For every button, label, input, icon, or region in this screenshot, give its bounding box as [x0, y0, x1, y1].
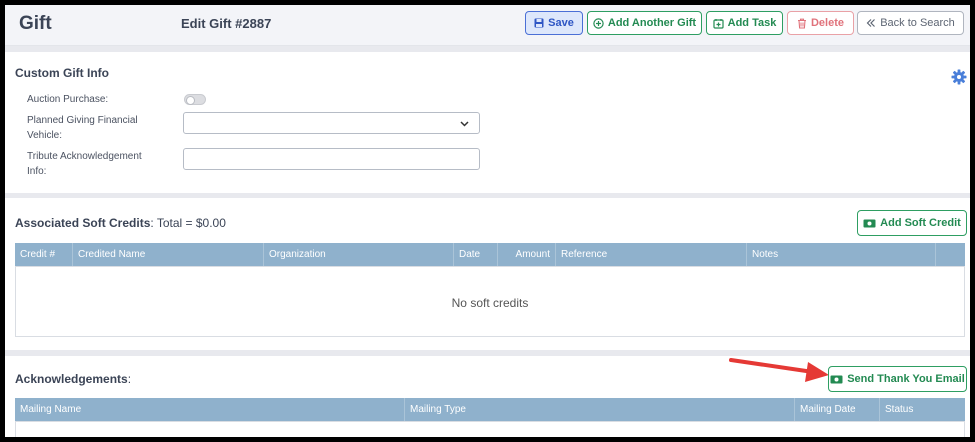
save-icon [534, 18, 544, 28]
col-date[interactable]: Date [454, 243, 498, 266]
col-status[interactable]: Status [880, 398, 965, 421]
tribute-label-line1: Tribute Acknowledgement [27, 151, 142, 162]
custom-gift-info-panel [5, 52, 970, 193]
chevron-down-icon [460, 121, 469, 127]
plus-circle-icon [593, 17, 604, 29]
delete-label: Delete [810, 17, 845, 29]
planned-giving-select[interactable] [183, 112, 480, 134]
add-soft-credit-button[interactable]: Add Soft Credit [857, 210, 967, 236]
col-mailing-type[interactable]: Mailing Type [405, 398, 795, 421]
custom-gift-info-title: Custom Gift Info [15, 66, 109, 80]
acknowledgements-table-body [15, 421, 965, 437]
add-task-button[interactable]: Add Task [706, 11, 783, 35]
tribute-label-line2: Info: [27, 166, 47, 177]
save-button[interactable]: Save [525, 11, 583, 35]
soft-credits-title-text: Associated Soft Credits [15, 216, 151, 230]
col-mailing-date[interactable]: Mailing Date [795, 398, 880, 421]
red-arrow-annotation [729, 358, 829, 382]
calendar-plus-icon [713, 18, 724, 29]
col-organization[interactable]: Organization [264, 243, 454, 266]
col-actions [936, 243, 965, 266]
send-thank-you-email-label: Send Thank You Email [847, 373, 965, 385]
col-reference[interactable]: Reference [556, 243, 747, 266]
toggle-knob [186, 96, 195, 105]
empty-state-message: No soft credits [451, 296, 529, 310]
top-bar: Gift Edit Gift #2887 Save Add Another Gi… [5, 5, 970, 46]
planned-giving-label-line1: Planned Giving Financial [27, 115, 138, 126]
money-icon [863, 219, 876, 227]
planned-giving-label: Planned Giving Financial Vehicle: [27, 113, 138, 143]
back-to-search-button[interactable]: Back to Search [857, 11, 964, 35]
acknowledgements-title: Acknowledgements: [15, 372, 131, 386]
page-title: Edit Gift #2887 [181, 16, 272, 31]
col-credited-name[interactable]: Credited Name [73, 243, 264, 266]
send-thank-you-email-button[interactable]: Send Thank You Email [828, 366, 967, 392]
col-notes[interactable]: Notes [747, 243, 936, 266]
gear-icon[interactable] [951, 69, 967, 85]
delete-button[interactable]: Delete [787, 11, 854, 35]
acknowledgements-title-suffix: : [127, 372, 132, 386]
acknowledgements-title-text: Acknowledgements [15, 372, 128, 386]
save-label: Save [548, 17, 574, 29]
tribute-info-input[interactable] [183, 148, 480, 170]
add-another-gift-label: Add Another Gift [607, 17, 697, 29]
col-mailing-name[interactable]: Mailing Name [15, 398, 405, 421]
soft-credits-title: Associated Soft Credits: Total = $0.00 [15, 216, 226, 230]
money-send-icon [830, 375, 843, 383]
add-task-label: Add Task [727, 17, 777, 29]
add-soft-credit-label: Add Soft Credit [880, 217, 961, 229]
col-amount[interactable]: Amount [498, 243, 556, 266]
col-credit-number[interactable]: Credit # [15, 243, 73, 266]
trash-icon [797, 18, 806, 29]
back-to-search-label: Back to Search [880, 17, 955, 29]
double-chevron-left-icon [866, 19, 876, 27]
soft-credits-table-header: Credit # Credited Name Organization Date… [15, 243, 965, 266]
tribute-label: Tribute Acknowledgement Info: [27, 149, 142, 179]
app-frame: Gift Edit Gift #2887 Save Add Another Gi… [5, 5, 970, 437]
acknowledgements-table-header: Mailing Name Mailing Type Mailing Date S… [15, 398, 965, 421]
soft-credits-total: : Total = $0.00 [150, 216, 226, 230]
planned-giving-label-line2: Vehicle: [27, 130, 63, 141]
soft-credits-table-body: No soft credits [15, 266, 965, 337]
app-title: Gift [19, 13, 52, 34]
add-another-gift-button[interactable]: Add Another Gift [587, 11, 702, 35]
auction-purchase-toggle[interactable] [184, 94, 206, 105]
auction-purchase-label: Auction Purchase: [27, 94, 109, 105]
